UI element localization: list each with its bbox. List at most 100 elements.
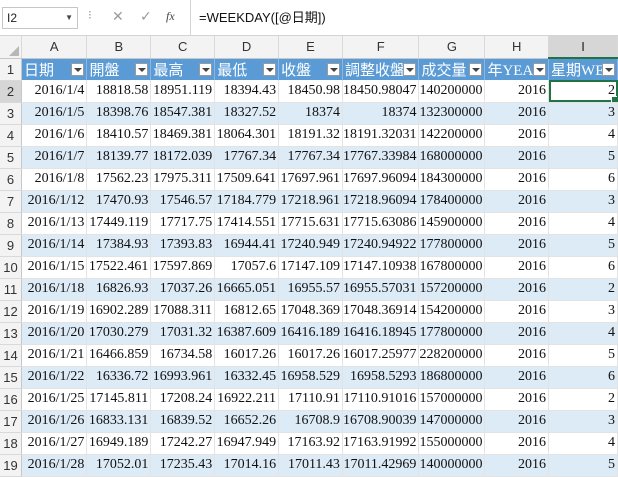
table-cell[interactable]: 18469.381 bbox=[150, 124, 216, 147]
table-cell[interactable]: 17562.23 bbox=[86, 168, 152, 191]
table-cell[interactable]: 3 bbox=[548, 190, 618, 213]
row-header[interactable]: 5 bbox=[0, 146, 22, 169]
table-cell[interactable]: 16993.961 bbox=[150, 366, 216, 389]
table-cell[interactable]: 5 bbox=[548, 234, 618, 257]
filter-dropdown-icon[interactable] bbox=[602, 63, 615, 76]
table-cell[interactable]: 16812.65 bbox=[214, 300, 280, 323]
row-header[interactable]: 17 bbox=[0, 410, 22, 433]
column-header-c[interactable]: C bbox=[150, 36, 216, 59]
table-cell[interactable]: 17242.27 bbox=[150, 432, 216, 455]
table-cell[interactable]: 2016 bbox=[484, 124, 550, 147]
filter-dropdown-icon[interactable] bbox=[71, 62, 85, 76]
table-cell[interactable]: 16416.189 bbox=[278, 322, 343, 345]
filter-dropdown-icon[interactable] bbox=[403, 62, 417, 76]
table-cell[interactable]: 178400000 bbox=[418, 190, 486, 213]
row-header[interactable]: 11 bbox=[0, 278, 22, 301]
table-cell[interactable]: 17031.32 bbox=[150, 322, 216, 345]
table-cell[interactable]: 16902.289 bbox=[86, 300, 152, 323]
column-header-h[interactable]: H bbox=[484, 36, 550, 59]
table-cell[interactable]: 2016 bbox=[484, 432, 550, 455]
table-header-cell[interactable]: 調整收盤 bbox=[342, 58, 420, 80]
table-cell[interactable]: 6 bbox=[548, 168, 618, 191]
table-cell[interactable]: 157000000 bbox=[418, 388, 486, 411]
row-header[interactable]: 19 bbox=[0, 454, 22, 477]
table-cell[interactable]: 18450.98 bbox=[278, 80, 343, 103]
table-cell[interactable]: 4 bbox=[548, 432, 618, 455]
table-cell[interactable]: 5 bbox=[548, 454, 618, 477]
table-cell[interactable]: 2016 bbox=[484, 454, 550, 477]
table-cell[interactable]: 2016 bbox=[484, 388, 550, 411]
table-cell[interactable]: 17163.92 bbox=[278, 432, 343, 455]
table-cell[interactable]: 16332.45 bbox=[214, 366, 280, 389]
table-cell[interactable]: 2016/1/22 bbox=[21, 366, 88, 389]
row-header[interactable]: 16 bbox=[0, 388, 22, 411]
table-cell[interactable]: 2016 bbox=[484, 300, 550, 323]
table-cell[interactable]: 17147.10938 bbox=[342, 256, 420, 279]
table-header-cell[interactable]: 最低 bbox=[214, 58, 280, 80]
table-cell[interactable]: 18951.119 bbox=[150, 80, 216, 103]
filter-dropdown-icon[interactable] bbox=[326, 62, 340, 76]
filter-dropdown-icon[interactable] bbox=[533, 62, 547, 76]
table-cell[interactable]: 18327.52 bbox=[214, 102, 280, 125]
row-header[interactable]: 10 bbox=[0, 256, 22, 279]
table-cell[interactable]: 3 bbox=[548, 300, 618, 323]
table-cell[interactable]: 16652.26 bbox=[214, 410, 280, 433]
table-cell[interactable]: 18398.76 bbox=[86, 102, 152, 125]
table-cell[interactable]: 17509.641 bbox=[214, 168, 280, 191]
table-cell[interactable]: 17393.83 bbox=[150, 234, 216, 257]
table-header-cell[interactable]: 年YEAR bbox=[484, 58, 550, 80]
row-header[interactable]: 9 bbox=[0, 234, 22, 257]
table-cell[interactable]: 2016/1/18 bbox=[21, 278, 88, 301]
table-cell[interactable]: 18394.43 bbox=[214, 80, 280, 103]
table-cell[interactable]: 17110.91 bbox=[278, 388, 343, 411]
table-cell[interactable]: 16336.72 bbox=[86, 366, 152, 389]
table-cell[interactable]: 17240.94922 bbox=[342, 234, 420, 257]
table-cell[interactable]: 17048.36914 bbox=[342, 300, 420, 323]
row-header[interactable]: 18 bbox=[0, 432, 22, 455]
table-cell[interactable]: 18818.58 bbox=[86, 80, 152, 103]
row-header[interactable]: 12 bbox=[0, 300, 22, 323]
table-cell[interactable]: 168000000 bbox=[418, 146, 486, 169]
table-cell[interactable]: 2016 bbox=[484, 80, 550, 103]
table-cell[interactable]: 17147.109 bbox=[278, 256, 343, 279]
table-cell[interactable]: 5 bbox=[548, 146, 618, 169]
row-header[interactable]: 1 bbox=[0, 58, 22, 81]
table-cell[interactable]: 16665.051 bbox=[214, 278, 280, 301]
table-cell[interactable]: 2016/1/19 bbox=[21, 300, 88, 323]
table-cell[interactable]: 17163.91992 bbox=[342, 432, 420, 455]
select-all-corner[interactable] bbox=[0, 36, 22, 59]
table-cell[interactable]: 2016/1/7 bbox=[21, 146, 88, 169]
formula-input[interactable]: =WEEKDAY([@日期]) bbox=[190, 0, 618, 36]
table-cell[interactable]: 2016 bbox=[484, 278, 550, 301]
table-cell[interactable]: 2016/1/27 bbox=[21, 432, 88, 455]
table-cell[interactable]: 16839.52 bbox=[150, 410, 216, 433]
insert-function-icon[interactable]: fx bbox=[166, 9, 175, 24]
row-header[interactable]: 14 bbox=[0, 344, 22, 367]
table-cell[interactable]: 17715.63086 bbox=[342, 212, 420, 235]
table-cell[interactable]: 16955.57 bbox=[278, 278, 343, 301]
table-cell[interactable]: 17767.33984 bbox=[342, 146, 420, 169]
table-cell[interactable]: 6 bbox=[548, 256, 618, 279]
table-header-cell[interactable]: 收盤 bbox=[278, 58, 343, 80]
table-cell[interactable]: 4 bbox=[548, 322, 618, 345]
row-header[interactable]: 13 bbox=[0, 322, 22, 345]
table-cell[interactable]: 18139.77 bbox=[86, 146, 152, 169]
table-cell[interactable]: 17014.16 bbox=[214, 454, 280, 477]
table-cell[interactable]: 16833.131 bbox=[86, 410, 152, 433]
table-cell[interactable]: 18191.32031 bbox=[342, 124, 420, 147]
table-cell[interactable]: 16947.949 bbox=[214, 432, 280, 455]
row-header[interactable]: 7 bbox=[0, 190, 22, 213]
table-cell[interactable]: 16708.90039 bbox=[342, 410, 420, 433]
table-cell[interactable]: 16017.25977 bbox=[342, 344, 420, 367]
table-cell[interactable]: 2016 bbox=[484, 168, 550, 191]
table-cell[interactable]: 17037.26 bbox=[150, 278, 216, 301]
table-cell[interactable]: 17975.311 bbox=[150, 168, 216, 191]
filter-dropdown-icon[interactable] bbox=[263, 62, 277, 76]
row-header[interactable]: 2 bbox=[0, 80, 22, 103]
table-cell[interactable]: 177800000 bbox=[418, 322, 486, 345]
table-cell[interactable]: 17088.311 bbox=[150, 300, 216, 323]
table-cell[interactable]: 18547.381 bbox=[150, 102, 216, 125]
table-cell[interactable]: 17414.551 bbox=[214, 212, 280, 235]
table-cell[interactable]: 16708.9 bbox=[278, 410, 343, 433]
table-cell[interactable]: 184300000 bbox=[418, 168, 486, 191]
